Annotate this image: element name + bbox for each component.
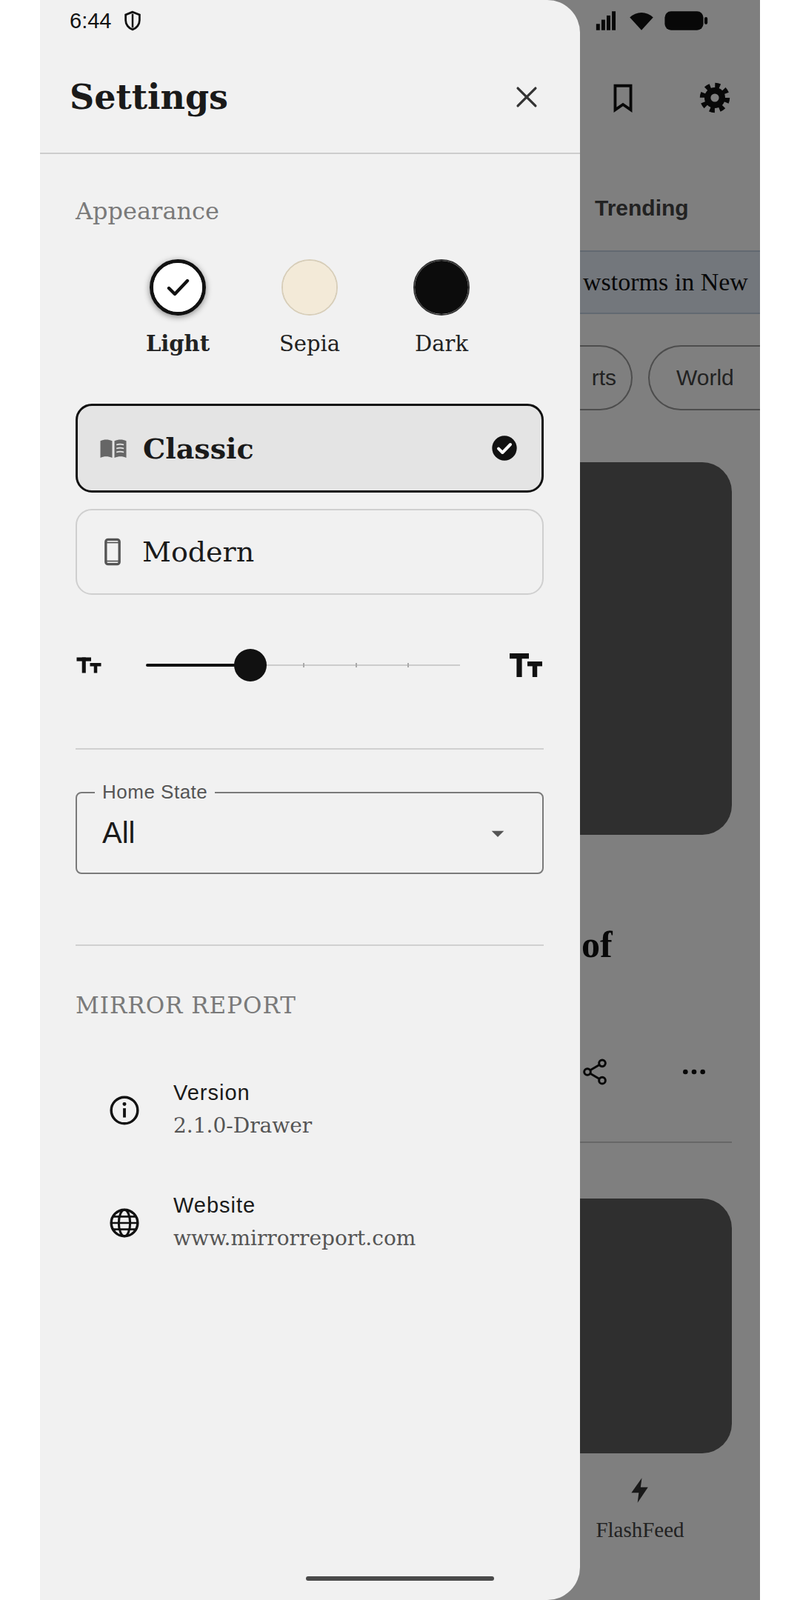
slider-thumb[interactable] — [234, 648, 267, 682]
phone-icon — [97, 537, 128, 567]
text-large-icon — [508, 647, 544, 683]
layout-label: Classic — [142, 431, 475, 466]
about-value: 2.1.0-Drawer — [173, 1111, 312, 1141]
about-text: Website www.mirrorreport.com — [173, 1191, 416, 1254]
about-value: www.mirrorreport.com — [173, 1223, 416, 1254]
section-heading: MIRROR REPORT — [75, 988, 544, 1022]
info-icon — [107, 1093, 142, 1128]
theme-swatch[interactable] — [413, 259, 470, 316]
theme-option[interactable]: Sepia — [250, 259, 369, 359]
tick-mark — [407, 662, 409, 668]
swatch-fill — [153, 262, 203, 312]
globe-icon — [107, 1205, 142, 1240]
about-label: Website — [173, 1191, 416, 1219]
shield-icon — [121, 9, 144, 32]
theme-label: Sepia — [279, 328, 340, 359]
home-state-dropdown[interactable]: Home StateAll — [75, 791, 544, 875]
theme-option[interactable]: Light — [118, 259, 238, 359]
status-bar: 6:44 — [40, 0, 580, 42]
drawer-header: Settings — [40, 41, 580, 155]
drawer-title: Settings — [69, 77, 229, 118]
theme-label: Dark — [414, 328, 469, 359]
theme-label: Light — [145, 328, 210, 359]
field-value: All — [102, 816, 483, 850]
text-small-icon — [75, 651, 103, 679]
book-icon — [98, 433, 129, 463]
about-label: Version — [173, 1079, 312, 1106]
tick-mark — [302, 662, 305, 668]
layout-option[interactable]: Modern — [75, 508, 544, 595]
swatch-fill — [282, 260, 337, 315]
divider — [75, 748, 544, 750]
check-circle-icon — [489, 433, 520, 463]
about-row[interactable]: Website www.mirrorreport.com — [75, 1191, 544, 1254]
field-label: Home State — [94, 780, 215, 803]
text-size-slider — [75, 635, 544, 695]
theme-swatch[interactable] — [281, 259, 338, 316]
close-icon[interactable] — [510, 80, 543, 114]
about-row: Version 2.1.0-Drawer — [75, 1079, 544, 1141]
layout-label: Modern — [142, 535, 520, 569]
theme-swatch[interactable] — [149, 259, 206, 316]
theme-picker: Light Sepia Dark — [75, 259, 544, 359]
settings-drawer: 6:44 Settings Appearance Light Sepia Dark Clas… — [40, 0, 580, 1600]
tick-mark — [355, 662, 358, 668]
swatch-fill — [414, 260, 469, 315]
text-size-track[interactable] — [145, 664, 460, 666]
divider — [75, 944, 544, 946]
check-icon — [160, 269, 196, 306]
home-indicator — [305, 1576, 495, 1581]
theme-option[interactable]: Dark — [382, 259, 501, 359]
about-text: Version 2.1.0-Drawer — [173, 1079, 312, 1141]
layout-option[interactable]: Classic — [75, 403, 544, 493]
dropdown-arrow-icon — [482, 818, 513, 849]
clock: 6:44 — [69, 8, 112, 34]
settings-body: Appearance Light Sepia Dark Classic Modern Hom… — [40, 154, 580, 1254]
section-heading: Appearance — [75, 194, 544, 228]
